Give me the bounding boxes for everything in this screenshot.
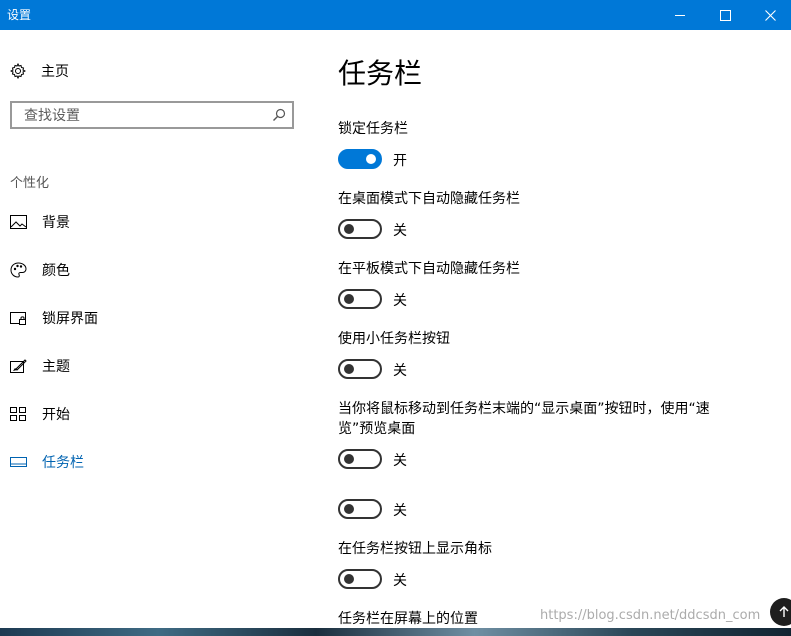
picture-icon: [10, 215, 27, 229]
sidebar-item-lock-screen[interactable]: 锁屏界面: [10, 307, 290, 329]
search-input[interactable]: [22, 107, 266, 125]
toggle-knob: [344, 574, 354, 584]
page-title: 任务栏: [338, 57, 423, 90]
toggle-state: 关: [393, 293, 407, 309]
toggle-powershell[interactable]: [338, 499, 382, 519]
toggle-state: 关: [393, 573, 407, 589]
sidebar-item-taskbar[interactable]: 任务栏: [10, 451, 290, 473]
sidebar-item-label: 锁屏界面: [42, 311, 98, 327]
sidebar-item-label: 背景: [42, 215, 70, 231]
sidebar-item-home[interactable]: 主页: [10, 60, 69, 82]
toggle-knob: [344, 294, 354, 304]
setting-label-autohide-desktop: 在桌面模式下自动隐藏任务栏: [338, 191, 520, 207]
section-label: 个性化: [10, 176, 50, 191]
search-icon[interactable]: [272, 108, 286, 122]
close-icon: [764, 9, 776, 21]
scroll-top-button[interactable]: [770, 598, 791, 626]
setting-label-small-buttons: 使用小任务栏按钮: [338, 331, 450, 347]
toggle-autohide-desktop[interactable]: [338, 219, 382, 239]
lock-screen-icon: [10, 311, 26, 325]
toggle-badges[interactable]: [338, 569, 382, 589]
sidebar-item-label: 开始: [42, 407, 70, 423]
sidebar-item-colors[interactable]: 颜色: [10, 259, 290, 281]
setting-label-peek: 当你将鼠标移动到任务栏末端的“显示桌面”按钮时，使用“速览”预览桌面: [338, 401, 710, 437]
toggle-state: 关: [393, 453, 407, 469]
sidebar-item-themes[interactable]: 主题: [10, 355, 290, 377]
toggle-small-buttons[interactable]: [338, 359, 382, 379]
toggle-state: 关: [393, 503, 407, 519]
toggle-knob: [344, 504, 354, 514]
gear-icon: [10, 63, 26, 79]
sidebar-item-label: 主页: [41, 64, 69, 80]
sidebar-item-label: 任务栏: [42, 455, 84, 471]
setting-label-badges: 在任务栏按钮上显示角标: [338, 541, 492, 557]
palette-icon: [10, 262, 27, 278]
toggle-knob: [344, 454, 354, 464]
toggle-state: 关: [393, 363, 407, 379]
sidebar-item-start[interactable]: 开始: [10, 403, 290, 425]
title-bar: 设置: [0, 0, 791, 30]
close-button[interactable]: [747, 0, 791, 30]
maximize-icon: [719, 9, 731, 21]
search-box[interactable]: [10, 101, 294, 129]
minimize-icon: [675, 14, 685, 16]
toggle-lock-taskbar[interactable]: [338, 149, 382, 169]
arrow-up-icon: [779, 606, 789, 617]
toggle-autohide-tablet[interactable]: [338, 289, 382, 309]
desktop-background: [0, 628, 791, 636]
toggle-state: 开: [393, 153, 407, 169]
sidebar-item-label: 颜色: [42, 263, 70, 279]
theme-icon: [10, 358, 27, 373]
start-icon: [10, 407, 26, 421]
toggle-knob: [344, 224, 354, 234]
sidebar-item-label: 主题: [42, 359, 70, 375]
window-title: 设置: [7, 8, 32, 22]
minimize-button[interactable]: [657, 0, 703, 30]
toggle-knob: [344, 364, 354, 374]
toggle-knob: [366, 154, 376, 164]
toggle-state: 关: [393, 223, 407, 239]
sidebar-item-background[interactable]: 背景: [10, 211, 290, 233]
setting-label-autohide-tablet: 在平板模式下自动隐藏任务栏: [338, 261, 520, 277]
toggle-peek[interactable]: [338, 449, 382, 469]
watermark: https://blog.csdn.net/ddcsdn_com: [540, 608, 761, 623]
maximize-button[interactable]: [702, 0, 748, 30]
taskbar-icon: [10, 457, 27, 467]
setting-label-lock-taskbar: 锁定任务栏: [338, 121, 408, 137]
